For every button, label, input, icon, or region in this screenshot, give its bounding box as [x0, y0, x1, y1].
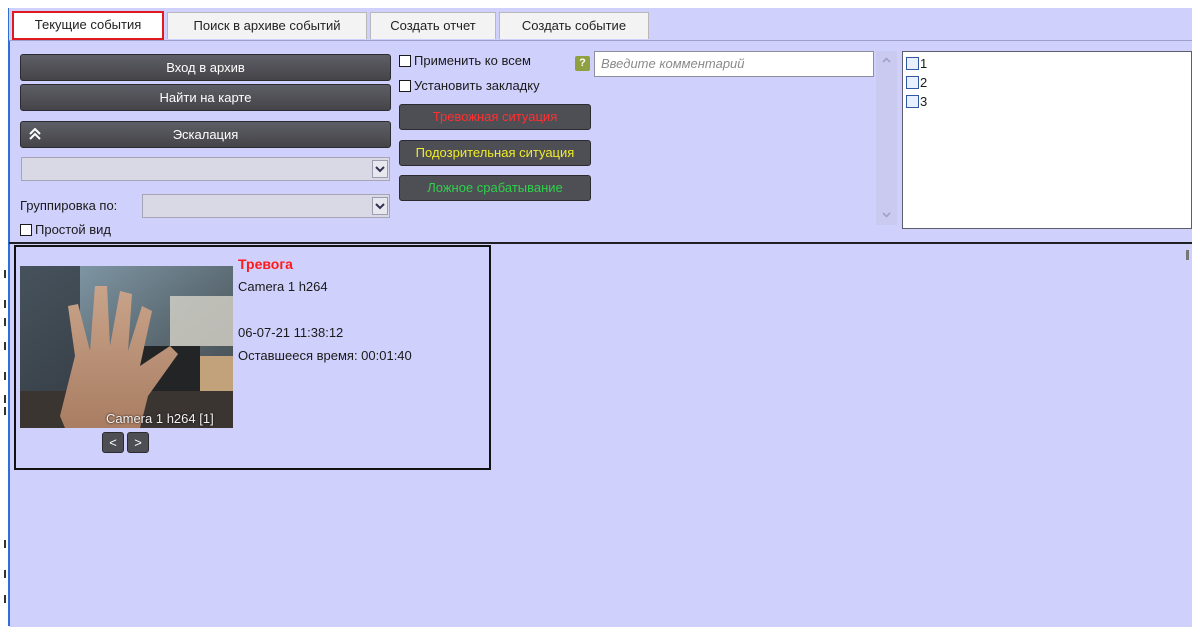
event-datetime: 06-07-21 11:38:12: [238, 325, 344, 340]
window-border: [8, 8, 10, 626]
archive-button[interactable]: Вход в архив: [20, 54, 391, 81]
comment-scrollbar[interactable]: [876, 51, 897, 225]
group-by-select[interactable]: [142, 194, 390, 218]
section-divider: [9, 242, 1192, 244]
chevron-down-icon: [372, 197, 388, 215]
checklist-box: 1 2 3: [902, 51, 1192, 229]
simple-view-label: Простой вид: [35, 222, 111, 237]
prev-frame-button[interactable]: <: [102, 432, 124, 453]
edge-tick: [4, 540, 6, 548]
edge-tick: [4, 342, 6, 350]
false-alarm-button[interactable]: Ложное срабатывание: [399, 175, 591, 201]
tab-current-events[interactable]: Текущие события: [12, 11, 164, 40]
list-item[interactable]: 2: [906, 76, 927, 90]
edge-tick: [4, 570, 6, 578]
scroll-down-icon[interactable]: [879, 207, 894, 222]
tab-create-report[interactable]: Создать отчет: [370, 12, 496, 39]
next-frame-button[interactable]: >: [127, 432, 149, 453]
tab-bar: Текущие события Поиск в архиве событий С…: [9, 8, 1192, 41]
item-checkbox[interactable]: [906, 57, 919, 70]
event-camera: Camera 1 h264: [238, 279, 328, 294]
event-title: Тревога: [238, 256, 293, 272]
edge-tick: [1186, 250, 1189, 260]
event-remaining-time: Оставшееся время: 00:01:40: [238, 348, 412, 363]
find-on-map-button[interactable]: Найти на карте: [20, 84, 391, 111]
edge-tick: [4, 300, 6, 308]
simple-view-checkbox[interactable]: [20, 224, 32, 236]
list-item[interactable]: 1: [906, 57, 927, 71]
tab-archive-search[interactable]: Поиск в архиве событий: [167, 12, 367, 39]
scroll-up-icon[interactable]: [879, 53, 894, 68]
list-item[interactable]: 3: [906, 95, 927, 109]
apply-all-checkbox[interactable]: [399, 55, 411, 67]
edge-tick: [4, 407, 6, 415]
group-by-label: Группировка по:: [20, 198, 118, 213]
escalation-label: Эскалация: [172, 127, 239, 142]
apply-all-label: Применить ко всем: [414, 53, 531, 68]
item-checkbox[interactable]: [906, 76, 919, 89]
edge-tick: [4, 270, 6, 278]
escalation-select[interactable]: [21, 157, 390, 181]
item-checkbox[interactable]: [906, 95, 919, 108]
item-label: 2: [920, 75, 928, 90]
help-icon[interactable]: ?: [575, 56, 590, 71]
thumbnail-caption: Camera 1 h264 [1]: [106, 411, 214, 426]
bookmark-checkbox[interactable]: [399, 80, 411, 92]
chevron-down-icon: [372, 160, 388, 178]
double-chevron-up-icon: [29, 128, 41, 140]
edge-tick: [4, 372, 6, 380]
edge-tick: [4, 595, 6, 603]
edge-tick: [4, 395, 6, 403]
escalation-button[interactable]: Эскалация: [20, 121, 391, 148]
item-label: 1: [920, 56, 928, 71]
bookmark-label: Установить закладку: [414, 78, 540, 93]
comment-input[interactable]: Введите комментарий: [594, 51, 874, 77]
tab-create-event[interactable]: Создать событие: [499, 12, 649, 39]
camera-frame-image: [20, 266, 233, 428]
camera-thumbnail[interactable]: Camera 1 h264 [1]: [20, 266, 233, 428]
edge-tick: [4, 318, 6, 326]
event-card[interactable]: Camera 1 h264 [1] Тревога Camera 1 h264 …: [14, 245, 491, 470]
item-label: 3: [920, 94, 928, 109]
suspicious-situation-button[interactable]: Подозрительная ситуация: [399, 140, 591, 166]
alarm-situation-button[interactable]: Тревожная ситуация: [399, 104, 591, 130]
